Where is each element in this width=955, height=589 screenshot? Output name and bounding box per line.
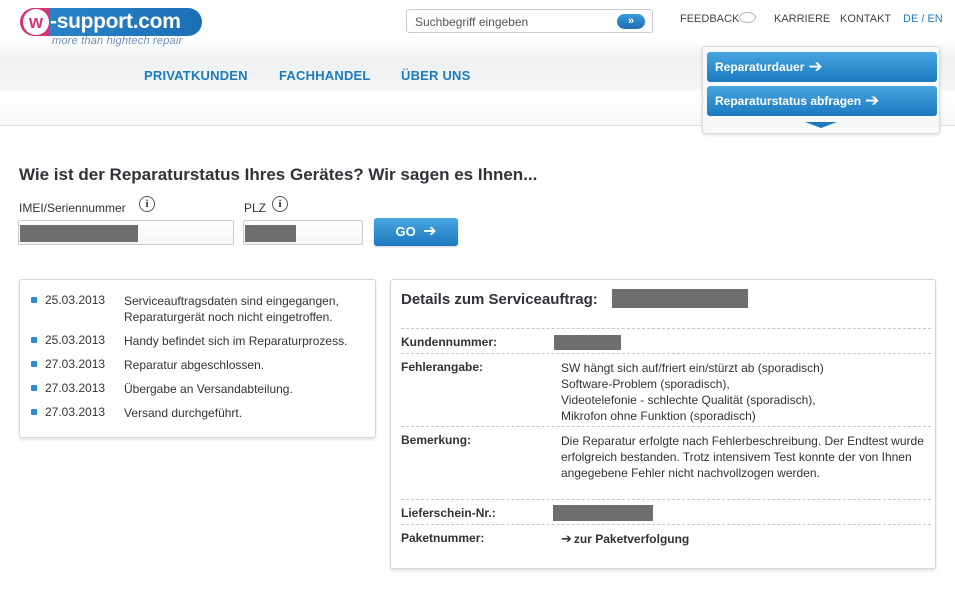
feedback-link[interactable]: FEEDBACK [680, 13, 739, 25]
status-text: Versand durchgeführt. [124, 406, 243, 420]
reparaturdauer-label: Reparaturdauer [715, 60, 805, 74]
row-fehlerangabe: Fehlerangabe: SW hängt sich auf/friert e… [401, 353, 931, 427]
imei-field[interactable] [18, 220, 234, 245]
arrow-right-icon: ➔ [808, 57, 823, 76]
row-kundennummer: Kundennummer: [401, 328, 931, 353]
lieferschein-label: Lieferschein-Nr.: [401, 506, 496, 520]
kontakt-link[interactable]: KONTAKT [840, 13, 891, 25]
arrow-right-icon: ➔ [561, 531, 572, 546]
logo[interactable]: w -support.com more than hightech repair [20, 8, 202, 48]
status-date: 25.03.2013 [45, 293, 106, 307]
fehlerangabe-value: SW hängt sich auf/friert ein/stürzt ab (… [561, 360, 931, 424]
reparaturstatus-label: Reparaturstatus abfragen [715, 94, 862, 108]
arrow-right-icon: ➔ [418, 223, 437, 240]
status-date: 25.03.2013 [45, 333, 106, 347]
go-label: GO [395, 224, 416, 239]
row-paketnummer: Paketnummer: ➔ zur Paketverfolgung [401, 524, 931, 549]
search-input[interactable] [415, 13, 615, 31]
nav-privatkunden[interactable]: PRIVATKUNDEN [144, 68, 248, 83]
nav-ueber-uns[interactable]: ÜBER UNS [401, 68, 471, 83]
status-text: Handy befindet sich im Reparaturprozess. [124, 334, 348, 348]
fehler-line: Software-Problem (sporadisch), [561, 377, 730, 391]
search-box: » [406, 9, 653, 33]
status-date: 27.03.2013 [45, 357, 106, 371]
fehler-line: Videotelefonie - schlechte Qualität (spo… [561, 393, 816, 407]
fehler-line: SW hängt sich auf/friert ein/stürzt ab (… [561, 361, 824, 375]
details-title: Details zum Serviceauftrag: [401, 291, 598, 308]
bullet-icon [31, 297, 37, 303]
redaction [553, 505, 653, 521]
status-entry: 25.03.2013 Serviceauftragsdaten sind ein… [20, 292, 375, 332]
status-text: Übergabe an Versandabteilung. [124, 382, 293, 396]
row-lieferschein: Lieferschein-Nr.: [401, 499, 931, 524]
redaction [554, 335, 621, 350]
row-bemerkung: Bemerkung: Die Reparatur erfolgte nach F… [401, 426, 931, 499]
status-text: Serviceauftragsdaten sind eingegangen, R… [124, 294, 339, 324]
nav-fachhandel[interactable]: FACHHANDEL [279, 68, 371, 83]
page-title: Wie ist der Reparaturstatus Ihres Geräte… [19, 165, 538, 184]
imei-label: IMEI/Seriennummer [19, 201, 126, 215]
logo-name: -support.com [50, 10, 181, 33]
search-button[interactable]: » [617, 14, 645, 29]
status-entry: 27.03.2013 Reparatur abgeschlossen. [20, 356, 375, 380]
bemerkung-value: Die Reparatur erfolgte nach Fehlerbeschr… [561, 434, 924, 480]
tracking-link-label: zur Paketverfolgung [573, 532, 690, 546]
reparaturdauer-button[interactable]: Reparaturdauer ➔ [707, 52, 937, 82]
status-entry: 27.03.2013 Versand durchgeführt. [20, 404, 375, 428]
kundennummer-label: Kundennummer: [401, 335, 497, 349]
plz-label: PLZ [244, 201, 267, 215]
speech-bubble-icon[interactable] [739, 12, 756, 23]
logo-letter: w [23, 9, 49, 35]
go-button[interactable]: GO ➔ [374, 218, 458, 246]
tracking-link[interactable]: ➔ zur Paketverfolgung [561, 531, 931, 547]
bemerkung-label: Bemerkung: [401, 433, 472, 447]
info-icon[interactable]: i [139, 196, 155, 212]
karriere-link[interactable]: KARRIERE [774, 13, 830, 25]
redaction [20, 225, 138, 242]
reparaturstatus-button[interactable]: Reparaturstatus abfragen ➔ [707, 86, 937, 116]
paketnummer-label: Paketnummer: [401, 531, 485, 545]
bullet-icon [31, 337, 37, 343]
redaction [245, 225, 296, 242]
details-panel: Details zum Serviceauftrag: Kundennummer… [390, 279, 936, 569]
redaction [612, 289, 748, 308]
plz-field[interactable] [243, 220, 363, 245]
status-entry: 25.03.2013 Handy befindet sich im Repara… [20, 332, 375, 356]
bullet-icon [31, 409, 37, 415]
bullet-icon [31, 385, 37, 391]
status-date: 27.03.2013 [45, 405, 106, 419]
status-text: Reparatur abgeschlossen. [124, 358, 265, 372]
bullet-icon [31, 361, 37, 367]
language-switch[interactable]: DE / EN [903, 13, 943, 25]
fehlerangabe-label: Fehlerangabe: [401, 360, 484, 374]
logo-tagline: more than hightech repair [52, 35, 183, 47]
status-date: 27.03.2013 [45, 381, 106, 395]
info-icon[interactable]: i [272, 196, 288, 212]
quick-panel: Reparaturdauer ➔ Reparaturstatus abfragen… [702, 46, 940, 134]
status-log: 25.03.2013 Serviceauftragsdaten sind ein… [19, 279, 376, 438]
caret-down-icon [805, 122, 837, 128]
fehler-line: Mikrofon ohne Funktion (sporadisch) [561, 409, 756, 423]
arrow-right-icon: ➔ [865, 91, 880, 110]
status-entry: 27.03.2013 Übergabe an Versandabteilung. [20, 380, 375, 404]
